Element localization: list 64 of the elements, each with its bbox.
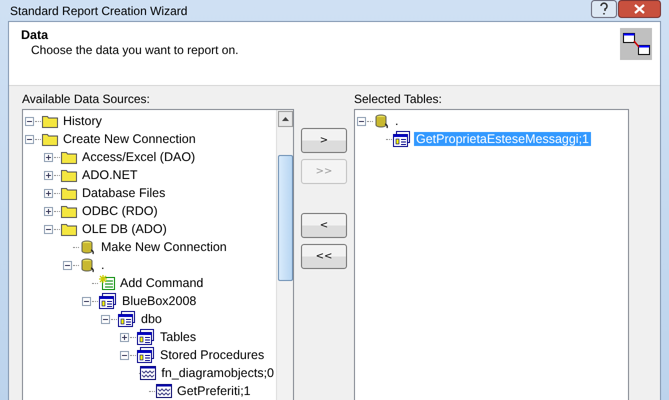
scroll-up-icon[interactable] [278,111,292,127]
tree-item[interactable]: BlueBox2008 [120,294,198,308]
folder-icon [61,168,77,182]
expand-icon[interactable] [44,152,53,162]
collapse-icon[interactable] [82,296,91,306]
tree-item[interactable]: Make New Connection [99,240,229,254]
collapse-icon[interactable] [44,224,53,234]
list-caption: Selected Tables: [354,92,443,106]
window-icon [137,329,155,345]
close-icon[interactable] [618,0,661,18]
selected-tables-tree[interactable]: . GetProprietaEsteseMessaggi;1 [354,109,629,400]
database-icon [374,113,390,129]
database-icon [80,239,96,255]
move-button[interactable]: < [301,213,347,238]
collapse-icon[interactable] [357,116,366,126]
window-icon [393,131,411,147]
expand-icon[interactable] [44,188,53,198]
tree-item[interactable]: History [61,114,104,128]
data-sources-tree[interactable] [22,109,294,400]
move-button[interactable]: << [301,244,347,269]
collapse-icon[interactable] [25,116,34,126]
tree-item[interactable]: dbo [139,312,164,326]
tree-item[interactable]: Tables [158,330,198,344]
window-title: Standard Report Creation Wizard [10,4,188,18]
tree-item[interactable]: . [393,114,400,128]
folder-icon [61,150,77,164]
collapse-icon[interactable] [63,260,72,270]
expand-icon[interactable] [120,332,129,342]
collapse-icon[interactable] [101,314,110,324]
tree-item[interactable]: Stored Procedures [158,348,266,362]
folder-icon [42,114,58,128]
folder-icon [61,186,77,200]
move-button[interactable]: > [301,128,347,153]
tree-item[interactable]: Access/Excel (DAO) [80,150,198,164]
grid-icon [140,366,156,380]
command-icon [99,275,115,291]
database-icon [80,257,96,273]
tree-item[interactable]: ODBC (RDO) [80,204,160,218]
folder-icon [42,132,58,146]
tree-item[interactable]: fn_diagramobjects;0 [159,366,276,380]
help-icon[interactable] [591,0,617,18]
step-description: Choose the data you want to report on. [31,43,238,57]
collapse-icon[interactable] [120,350,129,360]
folder-icon [61,204,77,218]
collapse-icon[interactable] [25,134,34,144]
scrollbar[interactable] [276,110,293,400]
list-caption: Available Data Sources: [22,92,151,106]
window-icon [137,347,155,363]
tree-item[interactable]: Database Files [80,186,168,200]
window-icon [118,311,136,327]
tree-item[interactable]: Create New Connection [61,132,198,146]
grid-icon [156,384,172,398]
step-title: Data [21,28,50,42]
expand-icon[interactable] [44,170,53,180]
folder-icon [61,222,77,236]
tree-item[interactable]: GetPreferiti;1 [175,384,253,398]
scroll-thumb[interactable] [278,155,292,281]
tree-item[interactable]: . [99,258,106,272]
window-icon [99,293,117,309]
tree-item[interactable]: ADO.NET [80,168,140,182]
linked-tables-icon [620,28,652,60]
tree-item[interactable]: Add Command [118,276,206,290]
expand-icon[interactable] [44,206,53,216]
tree-item[interactable]: OLE DB (ADO) [80,222,169,236]
